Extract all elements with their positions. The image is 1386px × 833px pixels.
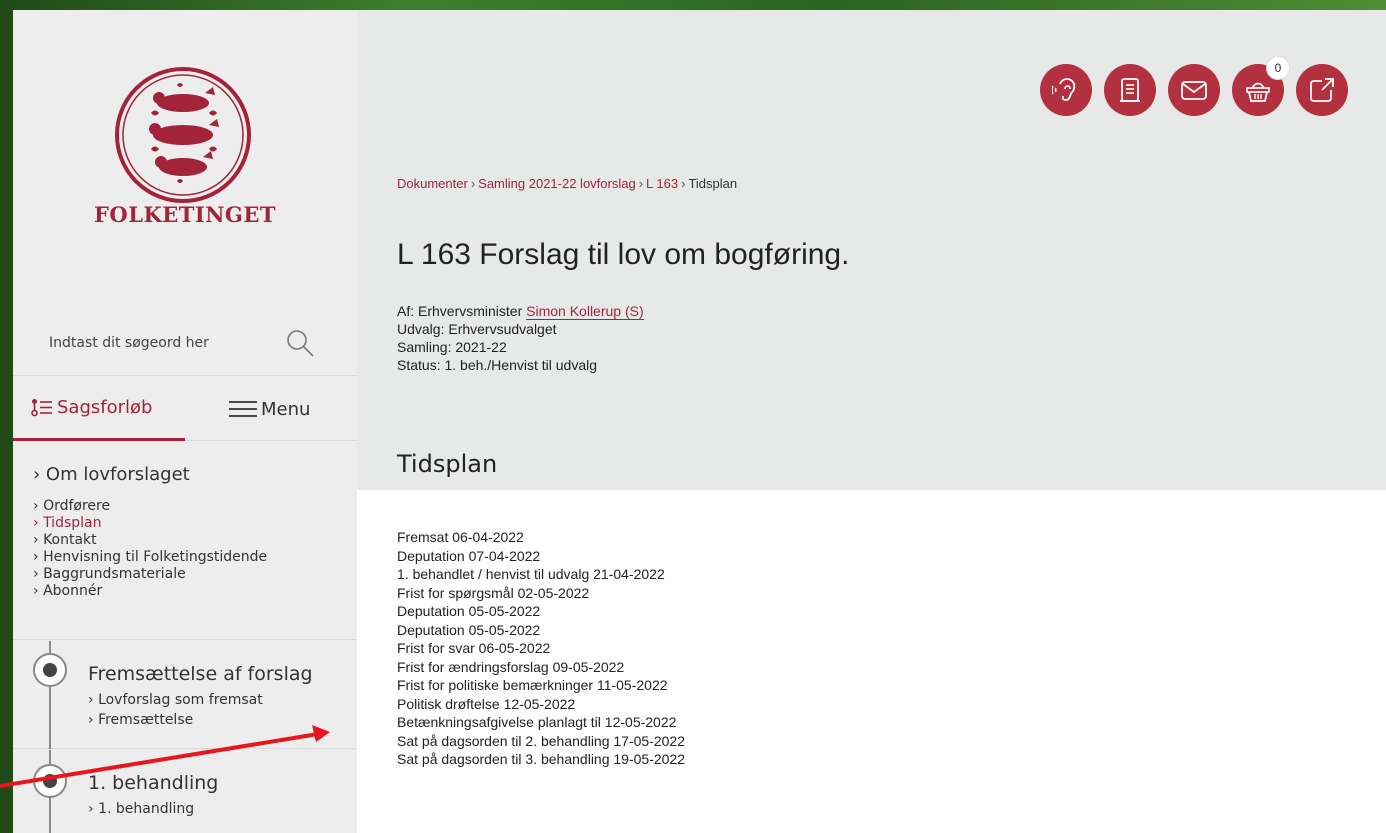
external-link-icon <box>1310 78 1334 102</box>
schedule-item: Deputation 05-05-2022 <box>397 621 541 638</box>
meta-udvalg: Udvalg: Erhvervsudvalget <box>397 321 557 337</box>
breadcrumb-separator: › <box>638 176 644 191</box>
subnav-title[interactable]: › Om lovforslaget <box>33 464 190 485</box>
print-button[interactable] <box>1104 64 1156 116</box>
subnav: › Om lovforslaget › Ordførere › Tidsplan… <box>13 442 357 640</box>
timeline-link-label: Lovforslag som fremsat <box>98 692 263 708</box>
breadcrumb-link-l163[interactable]: L 163 <box>646 176 678 191</box>
tool-icons: 0 <box>1040 56 1350 116</box>
tab-sagsforloeb[interactable]: Sagsforløb <box>13 377 185 441</box>
timeline-step-fremsaettelse: Fremsættelse af forslag › Lovforslag som… <box>13 641 357 749</box>
subnav-item-tidsplan[interactable]: › Tidsplan <box>33 515 267 532</box>
tab-menu-label: Menu <box>261 398 311 420</box>
document-icon <box>1120 78 1140 102</box>
breadcrumb-separator: › <box>681 176 686 191</box>
schedule-item: Frist for svar 06-05-2022 <box>397 640 551 656</box>
subnav-title-label: Om lovforslaget <box>45 464 190 485</box>
schedule-item: Sat på dagsorden til 2. behandling 17-05… <box>397 732 685 749</box>
meta-status: Status: 1. beh./Henvist til udvalg <box>397 357 597 373</box>
search-bar <box>13 310 357 376</box>
meta-author-label: Af: Erhvervsminister <box>397 303 523 319</box>
basket-count-badge: 0 <box>1266 56 1290 80</box>
breadcrumb-link-samling[interactable]: Samling 2021-22 lovforslag <box>478 176 636 191</box>
timeline-step-links: › 1. behandling <box>88 799 194 819</box>
timeline-dot-icon <box>33 653 67 687</box>
ear-icon <box>1052 78 1076 101</box>
schedule-item: Deputation 05-05-2022 <box>397 603 541 619</box>
subnav-item-label: Baggrundsmateriale <box>43 566 186 582</box>
subnav-item-label: Abonnér <box>43 583 103 599</box>
subnav-item-label: Henvisning til Folketingstidende <box>43 549 268 565</box>
timeline-link[interactable]: › Lovforslag som fremsat <box>88 690 263 710</box>
sidebar: FOLKETINGET Sagsforløb M <box>13 10 357 833</box>
bill-metadata: Af: Erhvervsminister Simon Kollerup (S) … <box>397 302 644 374</box>
timeline-step-1-behandling: 1. behandling › 1. behandling <box>13 750 357 833</box>
share-button[interactable] <box>1296 64 1348 116</box>
logo-wordmark: FOLKETINGET <box>94 202 276 227</box>
meta-author-row: Af: Erhvervsminister Simon Kollerup (S) <box>397 302 644 320</box>
schedule-item: Fremsat 06-04-2022 <box>397 529 524 545</box>
search-icon[interactable] <box>285 328 315 358</box>
timeline-link-label: Fremsættelse <box>98 712 194 728</box>
timeline-list-icon <box>31 398 52 416</box>
tab-menu[interactable]: Menu <box>185 377 357 441</box>
listen-button[interactable] <box>1040 64 1092 116</box>
section-title: Tidsplan <box>397 450 498 478</box>
meta-samling: Samling: 2021-22 <box>397 339 507 355</box>
subnav-item-abonner[interactable]: › Abonnér <box>33 583 267 600</box>
envelope-icon <box>1181 81 1207 100</box>
schedule-item: Frist for spørgsmål 02-05-2022 <box>397 584 590 601</box>
minister-link[interactable]: Simon Kollerup (S) <box>526 303 644 320</box>
schedule-item: Deputation 07-04-2022 <box>397 547 541 564</box>
subnav-item-label: Ordførere <box>43 498 111 514</box>
timeline-step-title[interactable]: 1. behandling <box>88 772 218 794</box>
lion-seal-icon <box>115 67 251 203</box>
sidebar-tabs: Sagsforløb Menu <box>13 377 357 441</box>
timeline-link[interactable]: › 1. behandling <box>88 799 194 819</box>
subnav-item-henvisning[interactable]: › Henvisning til Folketingstidende <box>33 549 267 566</box>
schedule-item: Frist for ændringsforslag 09-05-2022 <box>397 658 625 675</box>
search-input[interactable] <box>49 328 269 358</box>
subnav-item-ordfoerere[interactable]: › Ordførere <box>33 498 267 515</box>
timeline-dot-icon <box>33 764 67 798</box>
basket-icon <box>1246 82 1270 102</box>
breadcrumb: Dokumenter › Samling 2021-22 lovforslag › L … <box>397 176 737 191</box>
main-content: 0 Dokumenter › Samling 2021-22 lovforslag ›… <box>357 10 1386 833</box>
breadcrumb-current: Tidsplan <box>688 176 738 191</box>
schedule-item: Betænkningsafgivelse planlagt til 12-05-… <box>397 714 677 730</box>
subnav-item-label: Tidsplan <box>43 515 102 531</box>
tab-sagsforloeb-label: Sagsforløb <box>57 397 153 418</box>
subnav-list: › Ordførere › Tidsplan › Kontakt › Henvi… <box>33 498 267 600</box>
schedule-item: Frist for politiske bemærkninger 11-05-2… <box>397 677 668 693</box>
email-button[interactable] <box>1168 64 1220 116</box>
subnav-item-label: Kontakt <box>43 532 97 548</box>
schedule-item: Sat på dagsorden til 3. behandling 19-05… <box>397 751 685 767</box>
timeline-step-title[interactable]: Fremsættelse af forslag <box>88 663 313 685</box>
schedule-item: 1. behandlet / henvist til udvalg 21-04-… <box>397 566 665 582</box>
timeline-step-links: › Lovforslag som fremsat › Fremsættelse <box>88 690 263 730</box>
timeline-link-label: 1. behandling <box>98 801 195 817</box>
folketinget-logo[interactable] <box>108 65 258 215</box>
subnav-item-baggrundsmateriale[interactable]: › Baggrundsmateriale <box>33 566 267 583</box>
breadcrumb-link-dokumenter[interactable]: Dokumenter <box>397 176 468 191</box>
schedule-list: Fremsat 06-04-2022 Deputation 07-04-2022… <box>397 528 685 769</box>
page-title: L 163 Forslag til lov om bogføring. <box>397 238 850 271</box>
timeline-link[interactable]: › Fremsættelse <box>88 710 263 730</box>
hamburger-icon <box>229 401 257 417</box>
subnav-item-kontakt[interactable]: › Kontakt <box>33 532 267 549</box>
schedule-item: Politisk drøftelse 12-05-2022 <box>397 695 576 712</box>
breadcrumb-separator: › <box>470 176 476 191</box>
